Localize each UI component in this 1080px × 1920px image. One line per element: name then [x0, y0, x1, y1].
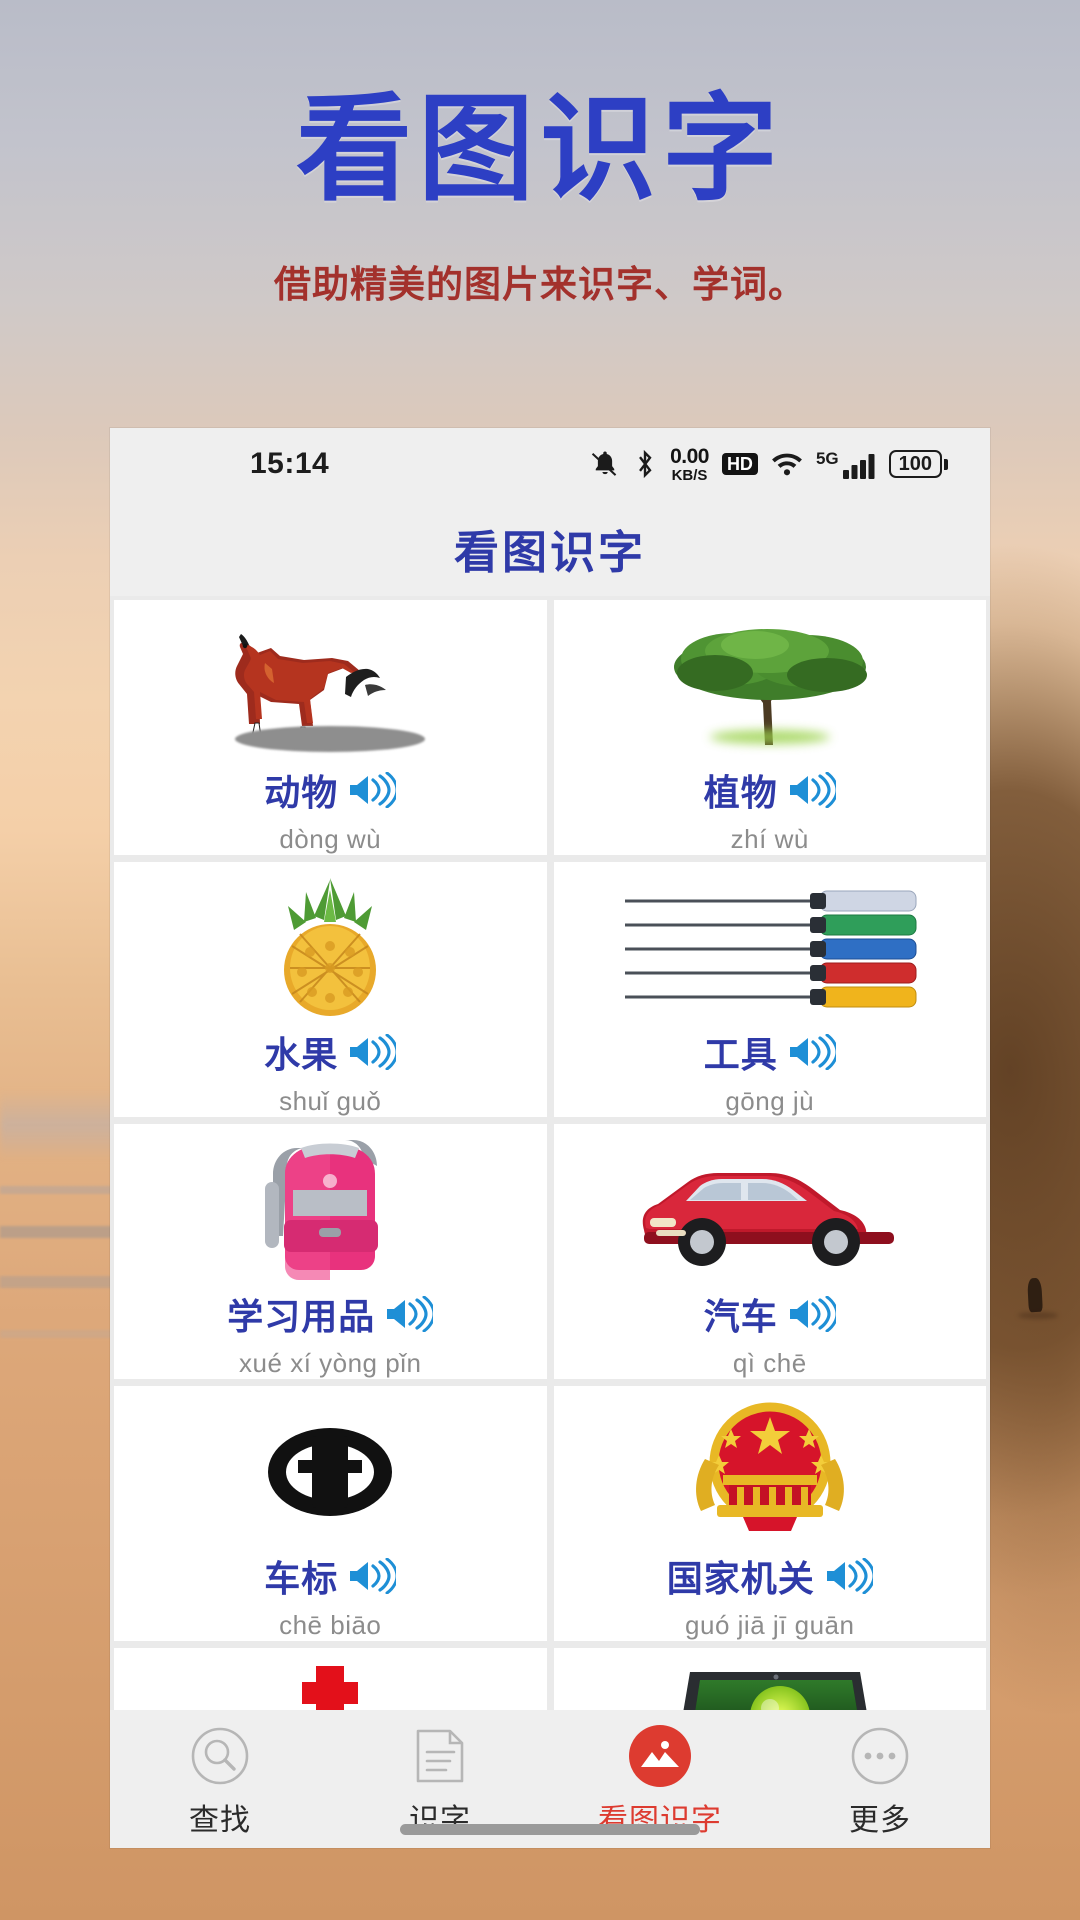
phone-screenshot: 15:14 0.00 KB/S HD 5G 100 看图识字 动物 dòng w… — [110, 428, 990, 1848]
speaker-icon[interactable] — [788, 1034, 836, 1070]
nav-item-picture-literacy[interactable]: 看图识字 — [565, 1724, 755, 1839]
card-label: 动物 — [264, 764, 397, 816]
card-pinyin: chē biāo — [279, 1610, 382, 1640]
card-label: 车标 — [264, 1550, 397, 1602]
speaker-icon[interactable] — [788, 1296, 836, 1332]
card-hanzi: 国家机关 — [666, 1559, 815, 1600]
category-card-animals[interactable]: 动物 dòng wù — [114, 600, 547, 855]
speaker-icon[interactable] — [348, 772, 397, 808]
search-icon — [188, 1724, 252, 1788]
category-card-car-logos[interactable]: 车标 chē biāo — [114, 1386, 547, 1641]
nav-label: 查找 — [189, 1803, 251, 1838]
bottom-navigation: 查找 识字 看图识字 更多 — [110, 1710, 990, 1848]
nav-label: 更多 — [849, 1803, 911, 1838]
car-logo-image — [114, 1396, 547, 1546]
promo-subtitle: 借助精美的图片来识字、学词。 — [274, 263, 806, 306]
card-label: 学习用品 — [227, 1288, 434, 1340]
card-label: 水果 — [264, 1026, 397, 1078]
page-title: 看图识字 — [296, 82, 784, 217]
card-hanzi: 汽车 — [703, 1297, 778, 1338]
hd-badge: HD — [721, 453, 758, 475]
status-bar: 15:14 0.00 KB/S HD 5G 100 — [110, 428, 990, 500]
red-car-image — [554, 1134, 987, 1284]
speaker-icon[interactable] — [348, 1034, 397, 1070]
battery-level: 100 — [888, 450, 942, 478]
category-card-tools[interactable]: 工具 gōng jù — [553, 862, 987, 1117]
card-label: 植物 — [704, 764, 836, 816]
screwdrivers-illustration — [624, 890, 917, 1008]
backpack-illustration — [265, 1140, 379, 1280]
category-card-fruit[interactable]: 水果 shuǐ guǒ — [114, 862, 547, 1117]
national-emblem-image — [554, 1396, 987, 1546]
speaker-icon[interactable] — [788, 772, 836, 808]
network-speed-indicator: 0.00 KB/S — [670, 446, 709, 483]
more-dots-icon — [848, 1724, 912, 1788]
speaker-icon[interactable] — [385, 1296, 434, 1332]
picture-mountain-icon — [628, 1724, 692, 1788]
card-hanzi: 植物 — [703, 773, 778, 814]
status-icons: 0.00 KB/S HD 5G 100 — [590, 446, 948, 483]
card-pinyin: qì chē — [732, 1348, 807, 1378]
backpack-image — [114, 1134, 547, 1284]
speaker-icon[interactable] — [825, 1558, 873, 1594]
nav-item-search[interactable]: 查找 — [125, 1724, 315, 1839]
network-speed-unit: KB/S — [671, 466, 708, 484]
card-hanzi: 学习用品 — [227, 1297, 376, 1338]
speaker-icon[interactable] — [348, 1558, 397, 1594]
category-card-car[interactable]: 汽车 qì chē — [553, 1124, 987, 1379]
bluetooth-icon — [633, 449, 657, 479]
battery-icon: 100 — [888, 450, 948, 478]
category-card-school-supplies[interactable]: 学习用品 xué xí yòng pǐn — [114, 1124, 547, 1379]
app-title: 看图识字 — [453, 525, 646, 579]
tree-image — [554, 610, 987, 760]
category-grid: 动物 dòng wù 植物 zhí wù 水果 shuǐ guǒ 工具 gōng… — [110, 596, 990, 1848]
category-card-plants[interactable]: 植物 zhí wù — [553, 600, 987, 855]
signal-5g-icon: 5G — [816, 450, 876, 479]
background-person — [1027, 1277, 1043, 1313]
wifi-icon — [771, 451, 803, 477]
card-label: 工具 — [704, 1026, 836, 1078]
background-person-shadow — [1018, 1312, 1058, 1319]
tree-glow — [709, 730, 830, 744]
app-title-bar: 看图识字 — [110, 500, 990, 596]
card-hanzi: 车标 — [264, 1559, 339, 1600]
horse-shadow — [235, 726, 426, 752]
card-hanzi: 水果 — [264, 1035, 339, 1076]
card-hanzi: 动物 — [264, 773, 339, 814]
card-pinyin: xué xí yòng pǐn — [239, 1348, 422, 1378]
promo-header: 看图识字 借助精美的图片来识字、学词。 — [0, 0, 1080, 420]
card-label: 汽车 — [704, 1288, 836, 1340]
battery-nub — [944, 458, 948, 470]
car-emblem-illustration — [268, 1428, 393, 1516]
network-speed-value: 0.00 — [670, 444, 709, 468]
card-pinyin: dòng wù — [279, 824, 382, 854]
home-indicator[interactable] — [400, 1824, 700, 1835]
national-emblem-illustration — [695, 1402, 844, 1531]
nav-item-more[interactable]: 更多 — [785, 1724, 975, 1839]
card-pinyin: zhí wù — [730, 824, 809, 854]
bell-muted-icon — [590, 449, 620, 479]
card-label: 国家机关 — [667, 1550, 873, 1602]
pineapple-image — [114, 872, 547, 1022]
category-card-state-organs[interactable]: 国家机关 guó jiā jī guān — [553, 1386, 987, 1641]
nav-item-literacy[interactable]: 识字 — [345, 1724, 535, 1839]
card-pinyin: shuǐ guǒ — [279, 1086, 382, 1116]
car-illustration — [642, 1173, 894, 1266]
network-type-label: 5G — [815, 448, 839, 468]
document-icon — [408, 1724, 472, 1788]
pineapple-illustration — [284, 878, 377, 1016]
card-hanzi: 工具 — [703, 1035, 778, 1076]
card-pinyin: guó jiā jī guān — [685, 1610, 855, 1640]
horse-image — [114, 610, 547, 760]
status-time: 15:14 — [250, 447, 330, 480]
card-pinyin: gōng jù — [725, 1086, 815, 1116]
screwdrivers-image — [554, 872, 987, 1022]
